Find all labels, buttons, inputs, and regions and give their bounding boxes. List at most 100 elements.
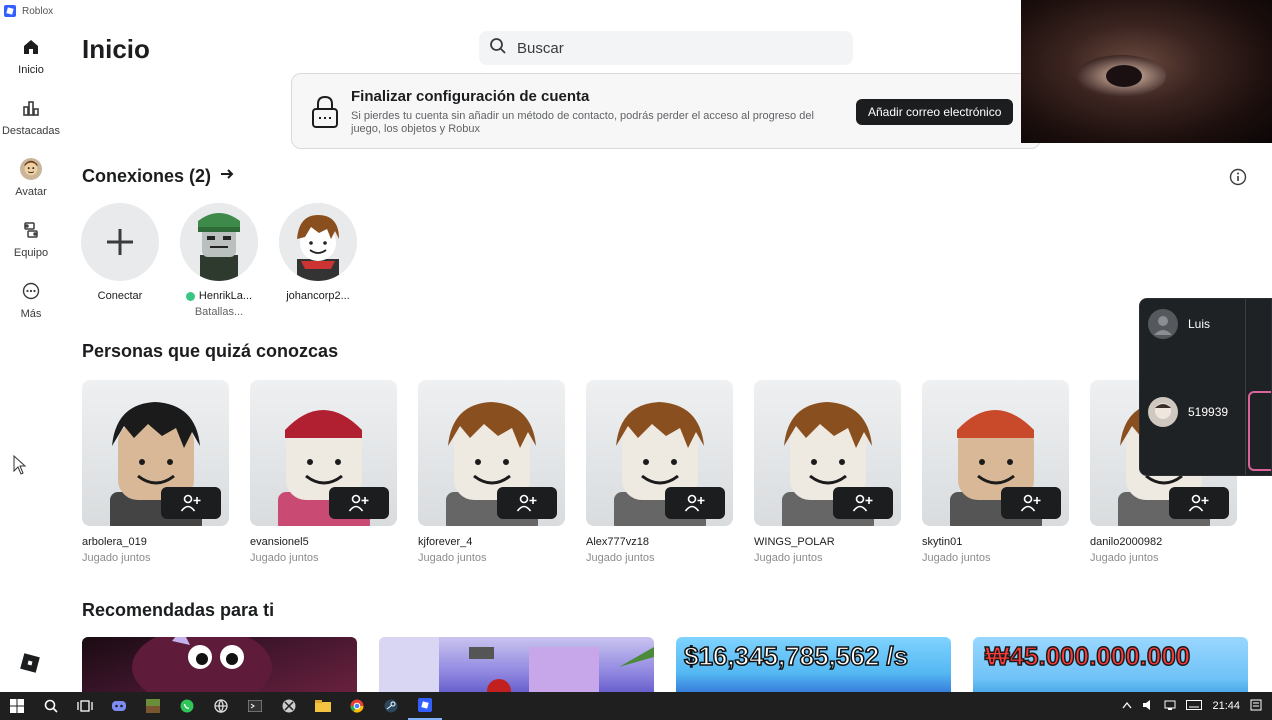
game-tile-title: $16,345,785,562 /s [683, 640, 909, 672]
avatar [754, 380, 901, 526]
volume-icon[interactable] [1142, 699, 1154, 714]
friend-item[interactable]: 519939 [1148, 397, 1228, 427]
add-friend-button[interactable] [1169, 487, 1229, 519]
avatar [922, 380, 1069, 526]
file-explorer-icon[interactable] [306, 692, 340, 720]
roblox-logo-icon[interactable] [19, 652, 41, 674]
avatar-icon [20, 158, 42, 180]
person-card[interactable]: skytin01 Jugado juntos [922, 380, 1069, 564]
terminal-app-icon[interactable] [238, 692, 272, 720]
sidebar-item-label: Más [20, 308, 42, 320]
people-list: arbolera_019 Jugado juntos evansionel5 J… [82, 380, 1237, 564]
add-friend-icon [852, 494, 873, 512]
taskbar-search-icon[interactable] [34, 692, 68, 720]
default-avatar-icon [1148, 309, 1178, 339]
windows-start-icon[interactable] [0, 692, 34, 720]
add-friend-icon [180, 494, 201, 512]
person-name: evansionel5 [250, 536, 309, 548]
chrome-app-icon[interactable] [340, 692, 374, 720]
avatar [586, 380, 733, 526]
person-card[interactable]: kjforever_4 Jugado juntos [418, 380, 565, 564]
person-subtitle: Jugado juntos [754, 552, 823, 564]
info-icon[interactable] [1229, 168, 1247, 186]
chevron-up-icon[interactable] [1122, 700, 1132, 712]
home-icon [20, 36, 42, 58]
add-email-button[interactable]: Añadir correo electrónico [856, 99, 1014, 125]
arrow-right-icon [219, 166, 235, 187]
game-tile[interactable]: $16,345,785,562 /s [676, 637, 951, 692]
sidebar-item-destacadas[interactable]: Destacadas [0, 91, 62, 152]
network-app-icon[interactable] [204, 692, 238, 720]
whatsapp-app-icon[interactable] [170, 692, 204, 720]
avatar [1148, 397, 1178, 427]
roblox-app-window: Roblox Inicio Destacadas Avatar Equipo M… [0, 0, 1272, 692]
person-name: kjforever_4 [418, 536, 473, 548]
divider [1245, 299, 1246, 475]
sidebar-item-label: Avatar [15, 186, 47, 198]
banner-description: Si pierdes tu cuenta sin añadir un métod… [351, 110, 814, 135]
sidebar-item-equipo[interactable]: Equipo [0, 213, 62, 274]
person-subtitle: Jugado juntos [1090, 552, 1159, 564]
add-friend-icon [516, 494, 537, 512]
person-subtitle: Jugado juntos [250, 552, 319, 564]
person-card[interactable]: arbolera_019 Jugado juntos [82, 380, 229, 564]
network-icon[interactable] [1164, 700, 1176, 713]
add-friend-button[interactable] [497, 487, 557, 519]
xbox-app-icon[interactable] [272, 692, 306, 720]
person-subtitle: Jugado juntos [586, 552, 655, 564]
roblox-taskbar-icon[interactable] [408, 692, 442, 720]
person-card[interactable]: WINGS_POLAR Jugado juntos [754, 380, 901, 564]
sidebar-item-avatar[interactable]: Avatar [0, 152, 62, 213]
search-input[interactable] [517, 39, 817, 57]
notifications-icon[interactable] [1250, 699, 1262, 714]
connection-item[interactable]: johancorp2... [279, 203, 357, 318]
sidebar-item-mas[interactable]: Más [0, 274, 62, 335]
sidebar-item-label: Equipo [13, 247, 49, 259]
avatar [279, 203, 357, 281]
sidebar-item-inicio[interactable]: Inicio [0, 30, 62, 91]
connections-heading[interactable]: Conexiones (2) [82, 166, 235, 187]
online-status-icon [185, 291, 195, 301]
connection-name: johancorp2... [286, 290, 350, 302]
add-friend-button[interactable] [1001, 487, 1061, 519]
add-friend-button[interactable] [833, 487, 893, 519]
search-bar[interactable] [479, 31, 853, 65]
steam-app-icon[interactable] [374, 692, 408, 720]
minecraft-app-icon[interactable] [136, 692, 170, 720]
connect-button[interactable]: Conectar [81, 203, 159, 318]
person-name: WINGS_POLAR [754, 536, 835, 548]
search-icon [489, 37, 507, 60]
taskbar-clock[interactable]: 21:44 [1212, 700, 1240, 712]
system-tray: 21:44 [1122, 692, 1272, 720]
person-card[interactable]: evansionel5 Jugado juntos [250, 380, 397, 564]
task-view-icon[interactable] [68, 692, 102, 720]
avatar [250, 380, 397, 526]
game-tile[interactable] [379, 637, 654, 692]
banner-title: Finalizar configuración de cuenta [351, 88, 590, 105]
game-tile[interactable]: ₩45.000.000.000 [973, 637, 1248, 692]
add-friend-icon [684, 494, 705, 512]
plus-icon [81, 203, 159, 281]
selected-friend-tile[interactable] [1248, 391, 1271, 471]
connection-item[interactable]: HenrikLa... Batallas... [180, 203, 258, 318]
friend-item[interactable]: Luis [1148, 309, 1210, 339]
connections-list: Conectar HenrikLa... Batallas... johanco… [81, 203, 357, 318]
discord-app-icon[interactable] [102, 692, 136, 720]
account-setup-banner: Finalizar configuración de cuenta Si pie… [291, 73, 1041, 149]
more-icon [20, 280, 42, 302]
keyboard-icon[interactable] [1186, 699, 1203, 713]
sidebar-item-label: Inicio [18, 64, 44, 76]
person-subtitle: Jugado juntos [922, 552, 991, 564]
connection-status: Batallas... [194, 306, 244, 318]
game-tile-title: ₩45.000.000.000 [984, 640, 1191, 672]
sidebar-item-label: Destacadas [1, 125, 61, 137]
add-friend-button[interactable] [329, 487, 389, 519]
window-title-bar: Roblox [0, 0, 53, 22]
person-name: arbolera_019 [82, 536, 147, 548]
roblox-logo-icon [4, 5, 16, 17]
person-card[interactable]: Alex777vz18 Jugado juntos [586, 380, 733, 564]
window-title: Roblox [22, 5, 54, 17]
add-friend-button[interactable] [161, 487, 221, 519]
add-friend-button[interactable] [665, 487, 725, 519]
game-tile[interactable] [82, 637, 357, 692]
